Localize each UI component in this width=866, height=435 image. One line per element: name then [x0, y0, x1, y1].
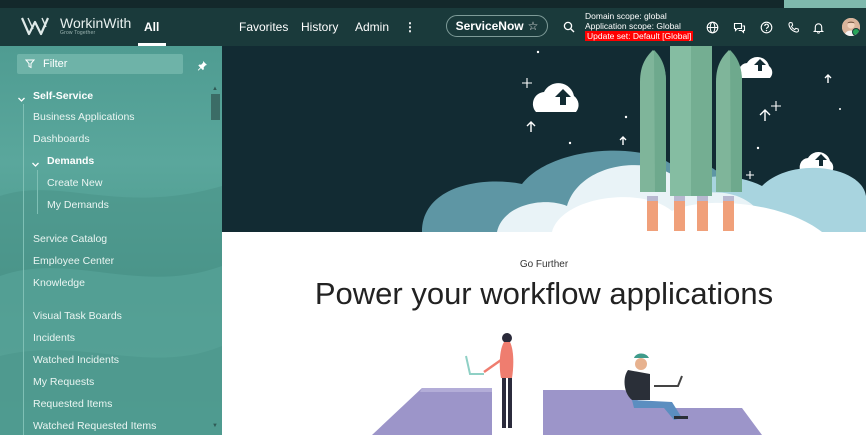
people-working-illustration	[222, 328, 866, 435]
sidebar-item-watched-requested-items[interactable]: Watched Requested Items	[33, 420, 156, 432]
sidebar-item-employee-center[interactable]: Employee Center	[33, 255, 114, 267]
workinwith-logo-icon	[20, 17, 50, 36]
scrollbar-thumb[interactable]	[211, 94, 220, 120]
scroll-down-arrow-icon[interactable]: ▼	[212, 423, 218, 429]
brand-logo[interactable]: WorkinWith Grow Together	[20, 15, 131, 37]
nav-history[interactable]: History	[301, 20, 338, 34]
header-bar: WorkinWith Grow Together All Favorites H…	[0, 8, 866, 46]
chat-icon[interactable]	[731, 19, 747, 35]
sidebar-scrollbar[interactable]: ▲ ▼	[211, 86, 220, 431]
sidebar-item-knowledge[interactable]: Knowledge	[33, 277, 85, 289]
app-pill-label: ServiceNow	[455, 19, 524, 33]
chevron-down-icon[interactable]	[31, 156, 40, 174]
sidebar-item-my-requests[interactable]: My Requests	[33, 376, 94, 388]
rocket-launch-illustration	[422, 46, 866, 232]
sidebar-item-incidents[interactable]: Incidents	[33, 332, 75, 344]
presence-status-dot	[852, 28, 860, 36]
top-accent-strip	[784, 0, 866, 8]
sidebar-item-service-catalog[interactable]: Service Catalog	[33, 233, 107, 245]
tree-guide-line-nested	[37, 170, 38, 214]
sidebar-item-business-applications[interactable]: Business Applications	[33, 111, 135, 123]
sidebar-section-self-service[interactable]: Self-Service	[33, 90, 93, 102]
main-content: Go Further Power your workflow applicati…	[222, 46, 866, 435]
sidebar: Filter Self-Service Business Application…	[0, 46, 222, 435]
avatar[interactable]	[842, 18, 860, 36]
nav-admin[interactable]: Admin	[355, 20, 389, 34]
chevron-down-icon[interactable]	[17, 91, 26, 109]
bell-icon[interactable]	[810, 19, 826, 35]
brand-name: WorkinWith	[60, 15, 132, 31]
brand-tagline: Grow Together	[60, 30, 96, 36]
search-icon[interactable]	[561, 19, 577, 35]
star-outline-icon[interactable]: ☆	[528, 19, 539, 33]
scope-info[interactable]: Domain scope: global Application scope: …	[585, 11, 694, 41]
help-icon[interactable]	[758, 19, 774, 35]
section-eyebrow: Go Further	[519, 259, 569, 270]
sidebar-item-watched-incidents[interactable]: Watched Incidents	[33, 354, 119, 366]
window-top-edge	[0, 0, 866, 8]
phone-icon[interactable]	[785, 19, 801, 35]
application-scope: Application scope: Global	[585, 21, 681, 31]
filter-input[interactable]: Filter	[17, 54, 183, 74]
hero-banner	[222, 46, 866, 232]
sidebar-item-requested-items[interactable]: Requested Items	[33, 398, 112, 410]
filter-funnel-icon	[25, 59, 35, 69]
sidebar-item-visual-task-boards[interactable]: Visual Task Boards	[33, 310, 122, 322]
app-pill-servicenow[interactable]: ServiceNow ☆	[446, 15, 548, 37]
tree-guide-line	[23, 104, 24, 435]
tab-all[interactable]: All	[144, 20, 159, 34]
more-menu-button[interactable]: ⋮	[404, 20, 416, 34]
domain-scope: Domain scope: global	[585, 11, 667, 21]
nav-favorites[interactable]: Favorites	[239, 20, 288, 34]
update-set-badge: Update set: Default [Global]	[585, 31, 694, 41]
filter-placeholder: Filter	[43, 58, 68, 70]
page-headline: Power your workflow applications	[314, 276, 774, 311]
sidebar-item-create-new[interactable]: Create New	[47, 177, 102, 189]
sidebar-item-dashboards[interactable]: Dashboards	[33, 133, 90, 145]
sidebar-item-my-demands[interactable]: My Demands	[47, 199, 109, 211]
sidebar-item-demands[interactable]: Demands	[47, 155, 94, 167]
globe-icon[interactable]	[704, 19, 720, 35]
pin-icon[interactable]	[197, 58, 208, 76]
scroll-up-arrow-icon[interactable]: ▲	[212, 86, 218, 92]
